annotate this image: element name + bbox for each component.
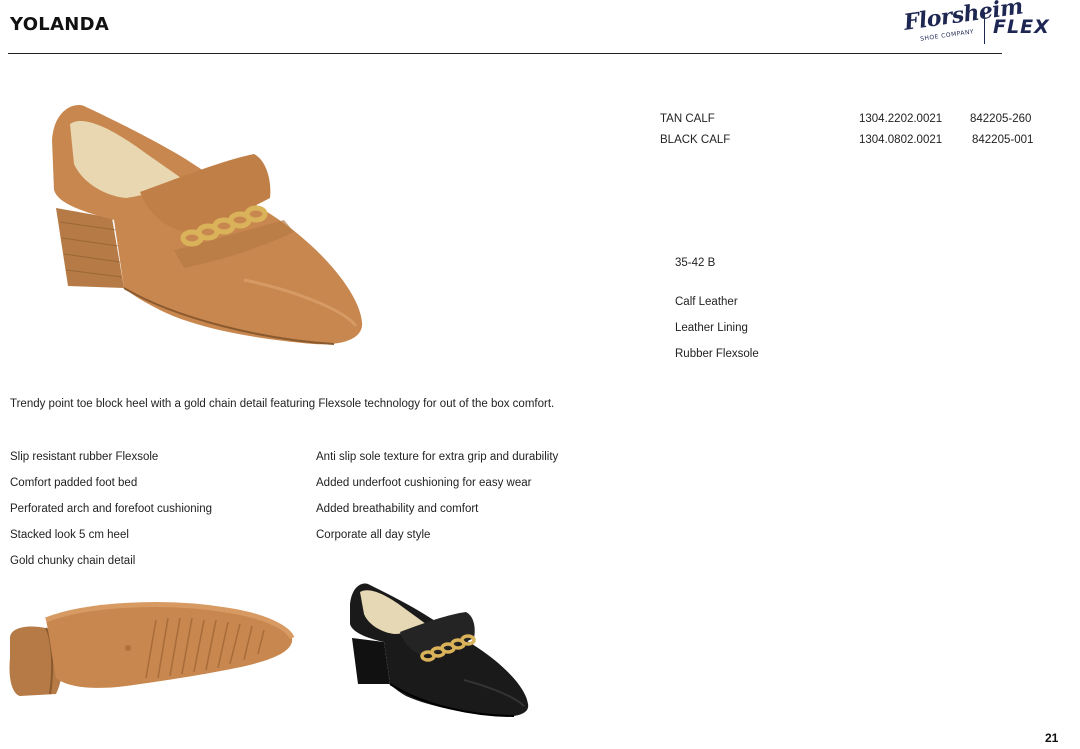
black-variant-image [344,580,534,720]
feature-item: Gold chunky chain detail [10,555,136,567]
sku-upc: 842205-001 [972,134,1034,146]
product-title: YOLANDA [10,14,110,35]
product-description: Trendy point toe block heel with a gold … [10,398,555,410]
feature-item: Corporate all day style [316,529,431,541]
feature-item: Added underfoot cushioning for easy wear [316,477,532,489]
feature-item: Anti slip sole texture for extra grip an… [316,451,559,463]
feature-item: Stacked look 5 cm heel [10,529,129,541]
brand-logo: Florsheim SHOE COMPANY FLEX [900,0,1049,48]
sku-code: 1304.0802.0021 [859,134,943,146]
sku-row: BLACK CALF 1304.0802.0021 842205-001 [660,134,1050,155]
sku-table: TAN CALF 1304.2202.0021 842205-260 BLACK… [660,113,1050,155]
sku-row: TAN CALF 1304.2202.0021 842205-260 [660,113,1050,134]
sku-color: BLACK CALF [660,134,731,146]
material-item: Leather Lining [675,322,748,334]
material-item: Calf Leather [675,296,738,308]
catalog-page: YOLANDA Florsheim SHOE COMPANY FLEX TAN … [0,0,1080,749]
feature-item: Comfort padded foot bed [10,477,138,489]
feature-item: Perforated arch and forefoot cushioning [10,503,213,515]
sku-upc: 842205-260 [970,113,1032,125]
size-range: 35-42 B [675,257,716,269]
material-item: Rubber Flexsole [675,348,759,360]
main-product-image [44,100,374,350]
brand-flex-label: FLEX [993,16,1050,38]
feature-item: Added breathability and comfort [316,503,479,515]
sku-color: TAN CALF [660,113,715,125]
page-number: 21 [1045,731,1059,745]
header-divider [8,53,1002,54]
sku-code: 1304.2202.0021 [859,113,943,125]
feature-item: Slip resistant rubber Flexsole [10,451,159,463]
logo-divider [984,12,985,44]
sole-view-image [6,598,296,698]
